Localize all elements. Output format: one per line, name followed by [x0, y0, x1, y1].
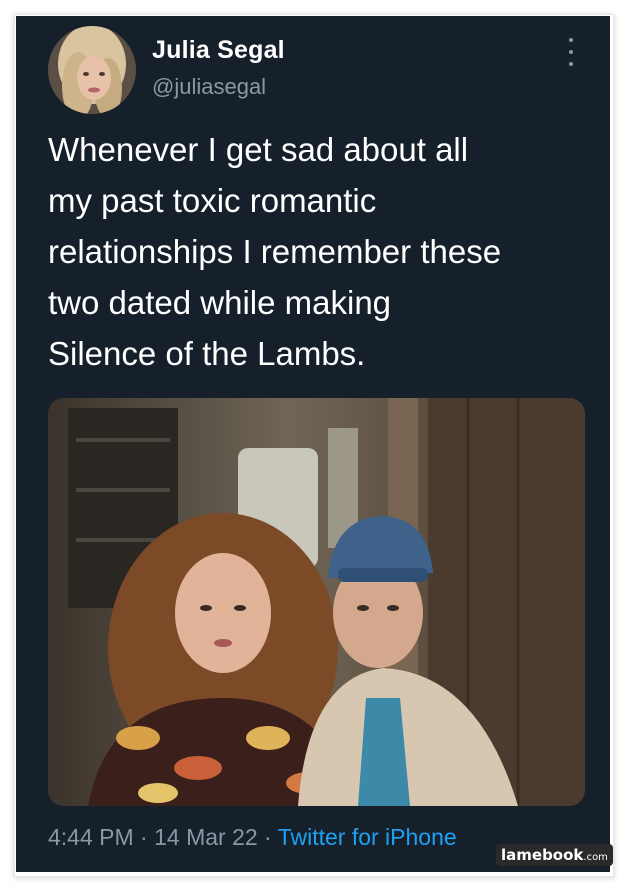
more-dot [569, 38, 573, 42]
tweet-meta: 4:44 PM · 14 Mar 22 · Twitter for iPhone [48, 824, 457, 851]
tweet-text-line: my past toxic romantic [48, 182, 377, 219]
tweet-text-line: Whenever I get sad about all [48, 131, 469, 168]
tweet-source-link[interactable]: Twitter for iPhone [278, 824, 457, 850]
tweet-text-line: relationships I remember these [48, 233, 502, 270]
tweet-card: Julia Segal @juliasegal Whenever I get s… [16, 16, 610, 872]
more-dot [569, 50, 573, 54]
tweet-time[interactable]: 4:44 PM [48, 824, 134, 850]
avatar[interactable] [48, 26, 136, 114]
tweet-text-line: Silence of the Lambs. [48, 335, 366, 372]
tweet-text: Whenever I get sad about all my past tox… [48, 124, 593, 379]
author-handle[interactable]: @juliasegal [152, 74, 266, 100]
meta-separator: · [257, 824, 278, 850]
more-vertical-icon[interactable] [562, 38, 580, 66]
watermark-brand: lamebook [501, 846, 584, 864]
meta-separator: · [133, 824, 155, 850]
watermark-tld: .com [583, 852, 608, 863]
tweet-text-line: two dated while making [48, 284, 392, 321]
more-dot [569, 62, 573, 66]
tweet-photo[interactable] [48, 398, 585, 806]
tweet-date[interactable]: 14 Mar 22 [154, 824, 258, 850]
author-name[interactable]: Julia Segal [152, 36, 285, 65]
lamebook-watermark: lamebook.com [496, 844, 613, 866]
avatar-image [48, 26, 136, 114]
photo-image [48, 398, 585, 806]
